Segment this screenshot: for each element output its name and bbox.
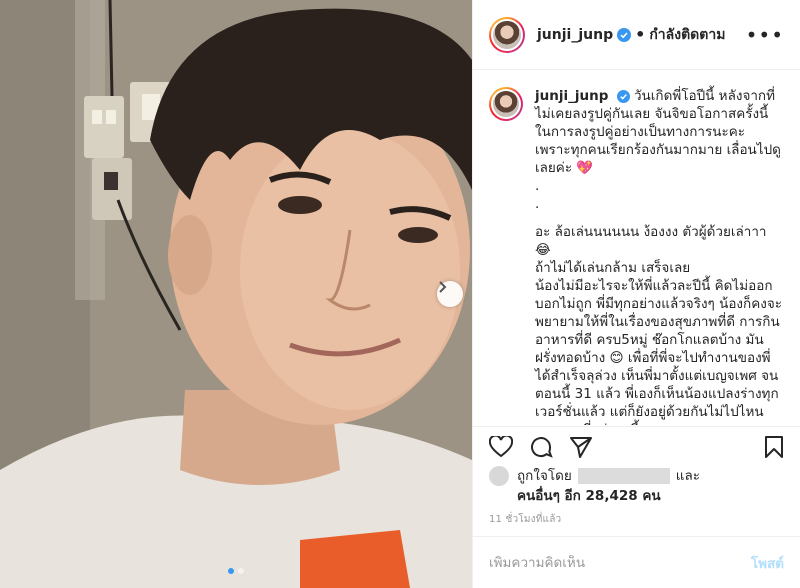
caption-text: junji_junp วันเกิดพี่โอปีนี้ หลังจากที่ไ… xyxy=(535,87,784,425)
verified-badge-icon xyxy=(616,89,630,103)
caption-line: . xyxy=(535,178,540,194)
likes-and-label: และ xyxy=(675,468,701,484)
add-comment-bar: โพสต์ xyxy=(473,536,800,588)
following-button[interactable]: กำลังติดตาม xyxy=(649,24,725,46)
post-side-panel: junji_junp • กำลังติดตาม ••• junji_junp … xyxy=(472,0,800,588)
comment-input[interactable] xyxy=(489,554,751,571)
caption-username[interactable]: junji_junp xyxy=(535,88,608,104)
carousel-dot-active xyxy=(228,568,234,574)
liker-name-redacted[interactable] xyxy=(577,468,670,484)
likes-others-count[interactable]: คนอื่นๆ อีก 28,428 คน xyxy=(489,486,700,506)
photo-illustration xyxy=(0,0,472,588)
post-comment-button[interactable]: โพสต์ xyxy=(751,552,784,574)
caption-line: ถ้าไม่ได้เล่นกล้าม เสร็จเลย xyxy=(535,260,691,276)
share-icon[interactable] xyxy=(569,435,593,459)
likes-summary: ถูกใจโดย และ คนอื่นๆ อีก 28,428 คน xyxy=(489,466,700,506)
action-bar xyxy=(473,426,800,466)
post-header: junji_junp • กำลังติดตาม ••• xyxy=(473,0,800,70)
comments-area[interactable]: junji_junp วันเกิดพี่โอปีนี้ หลังจากที่ไ… xyxy=(473,71,800,425)
heart-icon[interactable] xyxy=(489,435,513,458)
caption-line: น้องไม่มีอะไรจะให้พี่แล้วละปีนี้ คิดไม่อ… xyxy=(535,278,782,425)
separator-dot: • xyxy=(635,25,646,44)
liker-avatar[interactable] xyxy=(489,466,509,486)
comment-icon[interactable] xyxy=(529,435,553,459)
carousel-indicator xyxy=(228,568,244,574)
more-options-icon[interactable]: ••• xyxy=(746,25,784,45)
header-username[interactable]: junji_junp xyxy=(537,27,613,43)
carousel-dot xyxy=(238,568,244,574)
caption-row: junji_junp วันเกิดพี่โอปีนี้ หลังจากที่ไ… xyxy=(489,87,784,425)
chevron-right-icon xyxy=(439,281,447,293)
bookmark-icon[interactable] xyxy=(764,435,784,459)
story-ring[interactable] xyxy=(489,87,523,121)
verified-badge-icon xyxy=(617,27,632,42)
liked-by-label: ถูกใจโดย xyxy=(517,468,572,484)
avatar[interactable] xyxy=(491,89,521,119)
story-ring[interactable] xyxy=(489,16,525,53)
avatar[interactable] xyxy=(491,18,523,51)
caption-line: . xyxy=(535,196,540,212)
carousel-next-button[interactable] xyxy=(437,281,463,307)
caption-line: อะ ล้อเล่นนนนนน ง้องงง ตัวผู้ด้วยเล่าาา … xyxy=(535,224,771,258)
post-timestamp[interactable]: 11 ชั่วโมงที่แล้ว xyxy=(489,512,561,527)
post-photo[interactable] xyxy=(0,0,472,588)
